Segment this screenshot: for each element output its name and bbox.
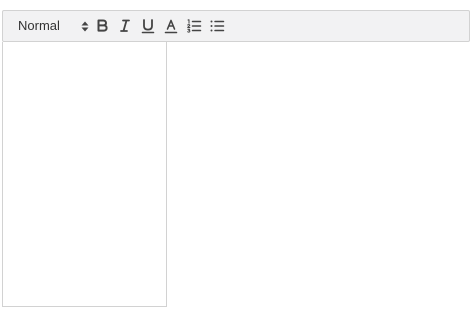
underline-icon: [141, 19, 155, 34]
bullet-list-icon: [210, 20, 225, 32]
bullet-list-button[interactable]: [208, 17, 226, 35]
italic-icon: [120, 19, 130, 32]
editor-content-area[interactable]: [2, 42, 167, 307]
format-select-label: Normal: [18, 18, 60, 33]
bold-icon: [97, 19, 108, 32]
text-color-icon: [164, 19, 178, 34]
editor-toolbar: Normal: [2, 10, 470, 42]
text-color-button[interactable]: [162, 17, 180, 35]
ordered-list-icon: [187, 19, 202, 33]
italic-button[interactable]: [116, 17, 134, 35]
underline-button[interactable]: [139, 17, 157, 35]
ordered-list-button[interactable]: [185, 17, 203, 35]
bold-button[interactable]: [93, 17, 111, 35]
updown-arrows-icon: [81, 21, 89, 32]
format-select[interactable]: Normal: [4, 12, 94, 40]
editor-background: [167, 42, 470, 307]
